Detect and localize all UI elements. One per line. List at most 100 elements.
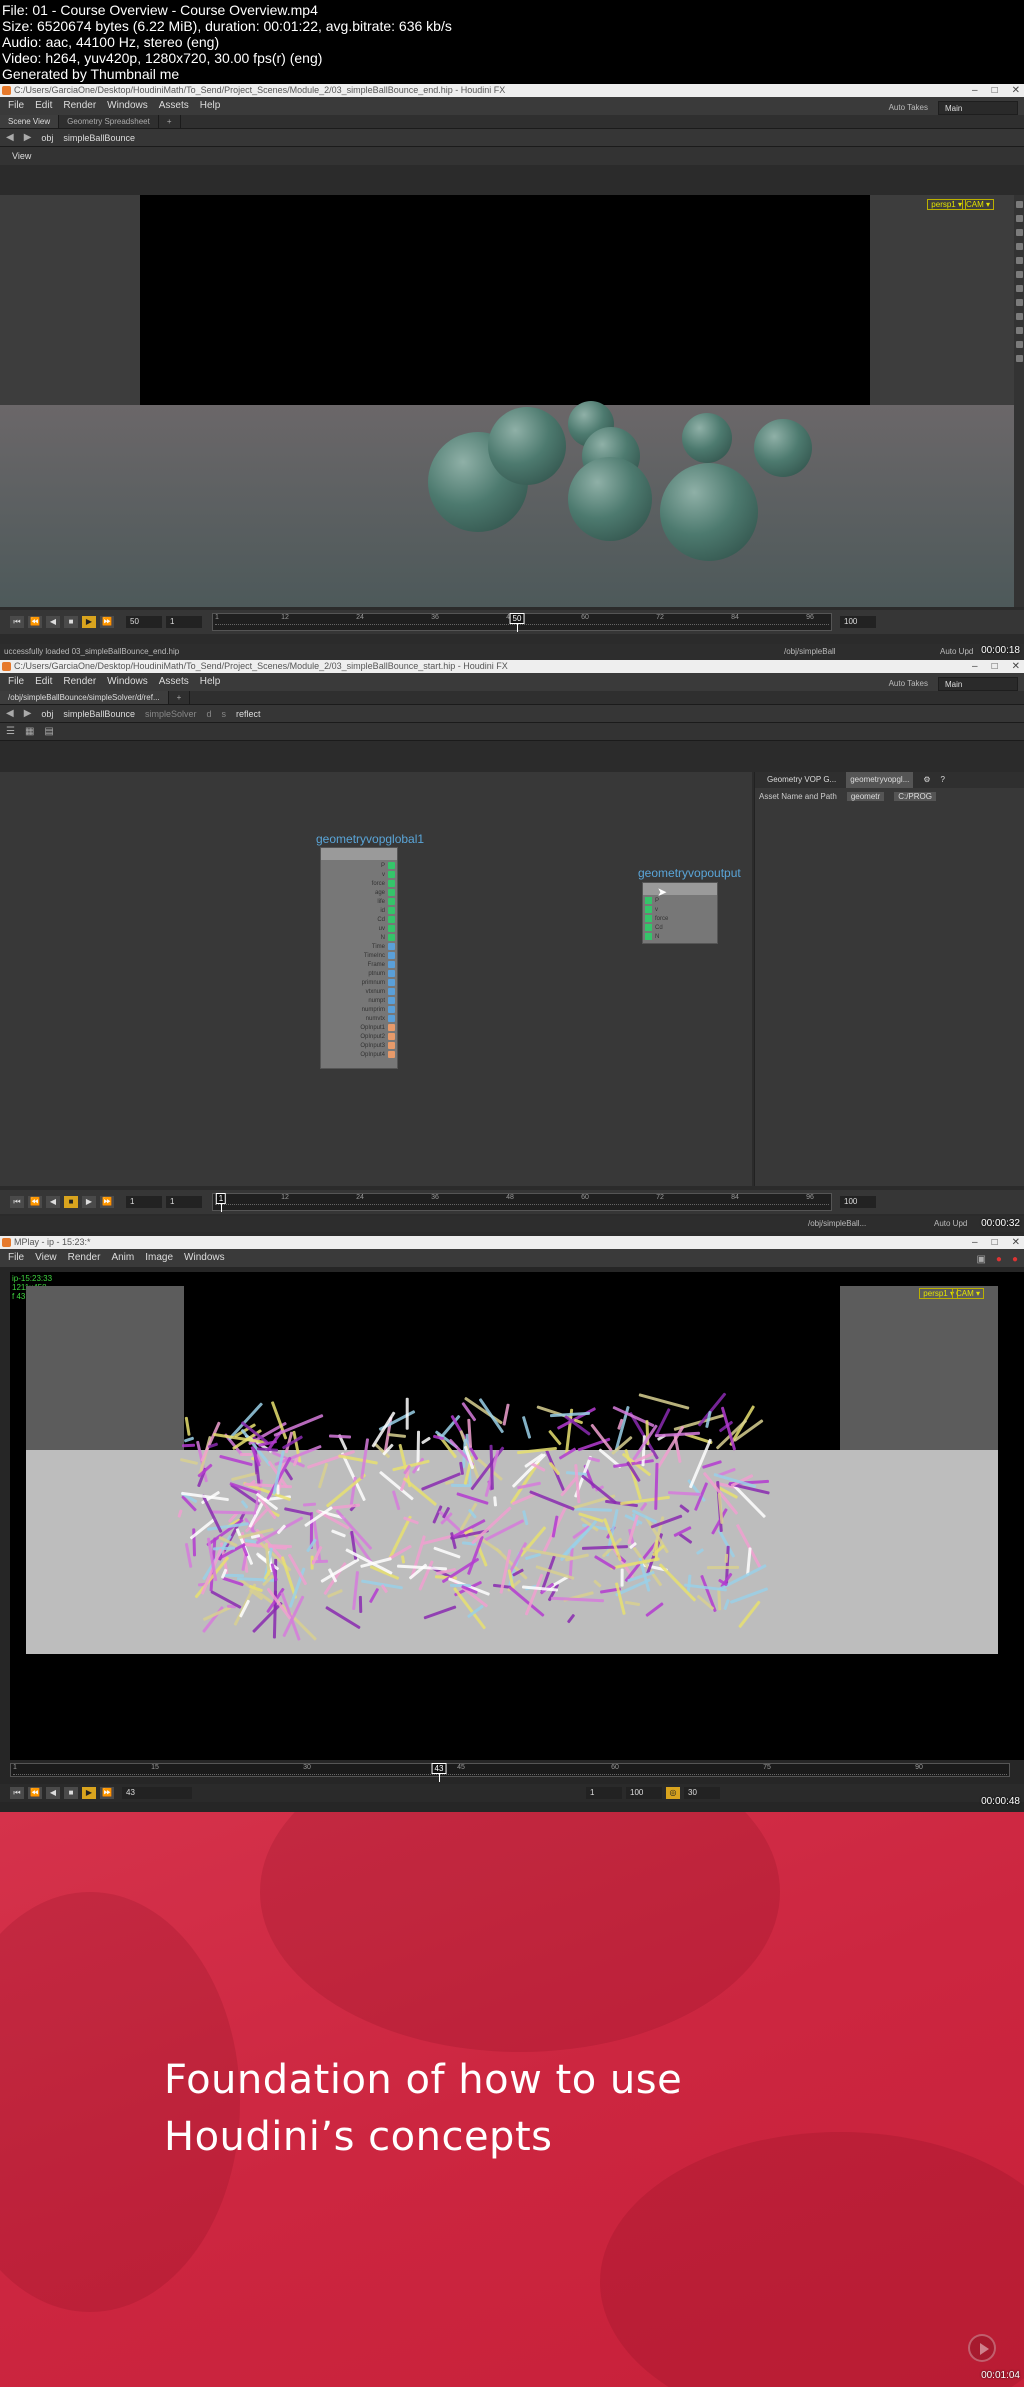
output-pin[interactable]: [388, 979, 395, 986]
tool-icon[interactable]: [1015, 257, 1023, 264]
step-forward-icon[interactable]: ⏩: [100, 616, 114, 628]
forward-arrow-icon[interactable]: ▶: [24, 708, 32, 719]
input-pin[interactable]: [645, 915, 652, 922]
menu-assets[interactable]: Assets: [159, 97, 189, 115]
asset-path-field[interactable]: C:/PROG: [894, 792, 936, 801]
timeline-ruler[interactable]: 1 12 24 36 48 60 72 84 96 50: [212, 613, 832, 632]
desktop-select[interactable]: Main: [938, 677, 1018, 691]
auto-takes-toggle[interactable]: Auto Takes: [889, 99, 928, 117]
close-icon[interactable]: ✕: [1012, 84, 1020, 97]
output-pin[interactable]: [388, 943, 395, 950]
vop-global-node[interactable]: P v force age life id Cd uv N Time TimeI…: [320, 847, 398, 1069]
menu-help[interactable]: Help: [200, 97, 221, 115]
timeline-ruler[interactable]: 1 12 24 36 48 60 72 84 96 1: [212, 1193, 832, 1212]
back-arrow-icon[interactable]: ◀: [6, 708, 14, 719]
output-pin[interactable]: [388, 889, 395, 896]
node-name-field[interactable]: geometryvopgl...: [846, 772, 914, 788]
realtime-toggle-icon[interactable]: ◎: [666, 1787, 680, 1799]
play-icon[interactable]: ▶: [82, 616, 96, 628]
auto-update-menu[interactable]: Auto Upd: [934, 1216, 967, 1232]
output-pin[interactable]: [388, 988, 395, 995]
end-frame-field[interactable]: 100: [840, 616, 876, 628]
menu-edit[interactable]: Edit: [35, 673, 52, 691]
tab-network-path[interactable]: /obj/simpleBallBounce/simpleSolver/d/ref…: [0, 691, 169, 704]
end-frame-field[interactable]: 100: [626, 1787, 662, 1799]
output-pin[interactable]: [388, 907, 395, 914]
desktop-select[interactable]: Main: [938, 101, 1018, 115]
step-back-icon[interactable]: ⏪: [28, 1196, 42, 1208]
output-pin[interactable]: [388, 1006, 395, 1013]
play-reverse-icon[interactable]: ◀: [46, 1787, 60, 1799]
timeline-ruler[interactable]: 1 15 30 45 60 75 90 43: [10, 1763, 1010, 1782]
output-pin[interactable]: [388, 970, 395, 977]
tool-icon[interactable]: [1015, 285, 1023, 292]
output-pin[interactable]: [388, 1033, 395, 1040]
output-pin[interactable]: [388, 871, 395, 878]
close-icon[interactable]: ✕: [1012, 1236, 1020, 1249]
note-icon[interactable]: ▤: [44, 726, 53, 737]
output-pin[interactable]: [388, 880, 395, 887]
tab-add[interactable]: +: [169, 691, 191, 704]
path-d[interactable]: d: [207, 709, 212, 719]
menu-windows[interactable]: Windows: [184, 1249, 225, 1267]
tool-icon[interactable]: [1015, 243, 1023, 250]
output-pin[interactable]: [388, 1024, 395, 1031]
step-back-icon[interactable]: ⏪: [28, 1787, 42, 1799]
output-pin[interactable]: [388, 916, 395, 923]
tool-icon[interactable]: [1015, 341, 1023, 348]
record-icon[interactable]: ●: [996, 1251, 1002, 1269]
help-icon[interactable]: ?: [941, 772, 945, 788]
path-node[interactable]: simpleBallBounce: [63, 133, 135, 143]
current-frame-field[interactable]: 50: [126, 616, 162, 628]
gear-icon[interactable]: ⚙: [923, 772, 930, 788]
step-forward-icon[interactable]: ⏩: [100, 1787, 114, 1799]
input-pin[interactable]: [645, 906, 652, 913]
current-frame-field[interactable]: 1: [126, 1196, 162, 1208]
current-frame-field[interactable]: 43: [122, 1787, 192, 1799]
menu-help[interactable]: Help: [200, 673, 221, 691]
maximize-icon[interactable]: □: [992, 1236, 998, 1249]
output-pin[interactable]: [388, 997, 395, 1004]
menu-edit[interactable]: Edit: [35, 97, 52, 115]
input-pin[interactable]: [645, 933, 652, 940]
close-icon[interactable]: ✕: [1012, 660, 1020, 673]
input-pin[interactable]: [645, 897, 652, 904]
output-pin[interactable]: [388, 1051, 395, 1058]
tab-scene-view[interactable]: Scene View: [0, 115, 60, 128]
menu-anim[interactable]: Anim: [111, 1249, 134, 1267]
menu-file[interactable]: File: [8, 97, 24, 115]
output-pin[interactable]: [388, 934, 395, 941]
output-pin[interactable]: [388, 1015, 395, 1022]
menu-render[interactable]: Render: [63, 673, 96, 691]
play-reverse-icon[interactable]: ◀: [46, 1196, 60, 1208]
output-pin[interactable]: [388, 961, 395, 968]
auto-update-menu[interactable]: Auto Upd: [940, 644, 973, 660]
network-editor[interactable]: geometryvopglobal1 P v force age life id…: [0, 772, 752, 1186]
grid-icon[interactable]: ▦: [25, 726, 34, 737]
path-reflect[interactable]: reflect: [236, 709, 261, 719]
cam-menu[interactable]: CAM ▾: [951, 1288, 984, 1299]
maximize-icon[interactable]: □: [992, 660, 998, 673]
fps-field[interactable]: 30: [684, 1787, 720, 1799]
play-reverse-icon[interactable]: ◀: [46, 616, 60, 628]
start-frame-field[interactable]: 1: [586, 1787, 622, 1799]
output-pin[interactable]: [388, 862, 395, 869]
menu-windows[interactable]: Windows: [107, 673, 148, 691]
menu-render[interactable]: Render: [68, 1249, 101, 1267]
menu-render[interactable]: Render: [63, 97, 96, 115]
path-s[interactable]: s: [222, 709, 227, 719]
close-view-icon[interactable]: ●: [1012, 1251, 1018, 1269]
tool-icon[interactable]: [1015, 201, 1023, 208]
tool-icon[interactable]: [1015, 327, 1023, 334]
path-root[interactable]: obj: [41, 133, 53, 143]
input-pin[interactable]: [645, 924, 652, 931]
stop-icon[interactable]: ■: [64, 616, 78, 628]
menu-image[interactable]: Image: [145, 1249, 173, 1267]
path-solver[interactable]: simpleSolver: [145, 709, 197, 719]
asset-name-field[interactable]: geometr: [846, 792, 885, 801]
maximize-icon[interactable]: □: [992, 84, 998, 97]
tool-icon[interactable]: [1015, 299, 1023, 306]
menu-assets[interactable]: Assets: [159, 673, 189, 691]
tool-icon[interactable]: [1015, 313, 1023, 320]
stop-icon[interactable]: ■: [64, 1787, 78, 1799]
